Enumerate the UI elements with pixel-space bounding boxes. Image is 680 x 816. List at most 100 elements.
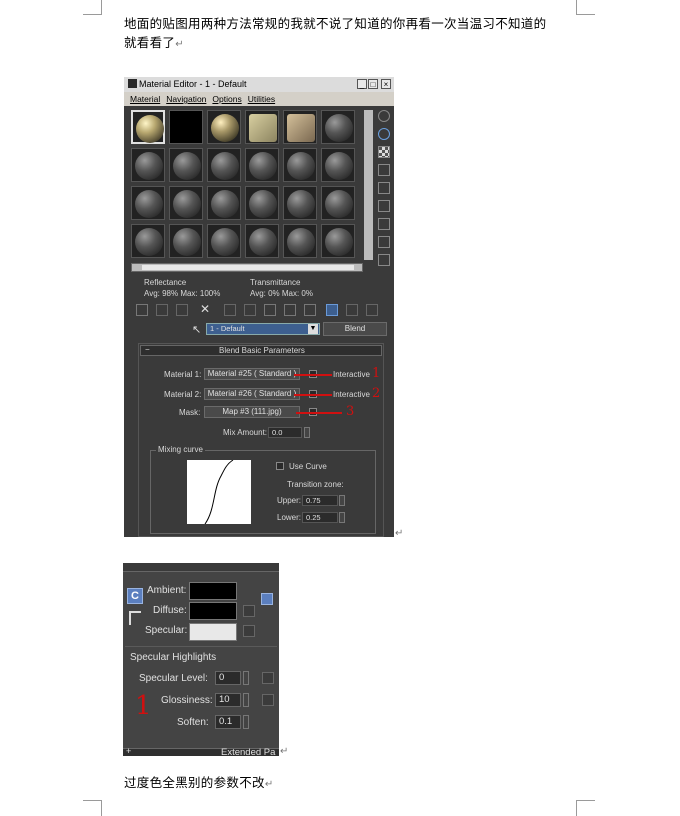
interactive-1-label: Interactive bbox=[333, 370, 370, 379]
glossiness-spinner[interactable] bbox=[243, 693, 249, 707]
divider bbox=[125, 646, 277, 647]
sample-slot[interactable] bbox=[207, 186, 241, 220]
specular-map-button[interactable] bbox=[243, 625, 255, 637]
maximize-button[interactable]: □ bbox=[368, 79, 378, 89]
sample-slot-3[interactable] bbox=[207, 110, 241, 144]
close-button[interactable]: × bbox=[381, 79, 391, 89]
reset-map-icon[interactable]: ✕ bbox=[200, 302, 210, 316]
options-icon[interactable] bbox=[378, 218, 390, 230]
use-curve-label: Use Curve bbox=[289, 462, 327, 471]
diffuse-label: Diffuse: bbox=[153, 605, 187, 616]
sample-slot[interactable] bbox=[321, 224, 355, 258]
sample-slot[interactable] bbox=[321, 186, 355, 220]
horizontal-scrollbar[interactable] bbox=[131, 263, 363, 272]
go-to-parent-icon[interactable] bbox=[346, 304, 358, 316]
specular-level-map-button[interactable] bbox=[262, 672, 274, 684]
material-1-button[interactable]: Material #25 ( Standard ) bbox=[204, 368, 300, 380]
diffuse-color-swatch[interactable] bbox=[189, 602, 237, 620]
ambient-label: Ambient: bbox=[147, 585, 187, 596]
pick-material-icon[interactable]: ↖ bbox=[192, 323, 201, 336]
menu-utilities[interactable]: Utilities bbox=[248, 94, 275, 104]
menu-navigation[interactable]: Navigation bbox=[166, 94, 206, 104]
sample-slot[interactable] bbox=[283, 148, 317, 182]
sample-slot[interactable] bbox=[245, 148, 279, 182]
transmittance-label: Transmittance bbox=[250, 278, 301, 287]
mix-amount-field[interactable]: 0.0 bbox=[268, 427, 302, 438]
lower-spinner[interactable] bbox=[339, 512, 345, 523]
sample-slot[interactable] bbox=[283, 224, 317, 258]
sample-slot-2[interactable] bbox=[169, 110, 203, 144]
make-unique-icon[interactable] bbox=[244, 304, 256, 316]
video-color-icon[interactable] bbox=[378, 182, 390, 194]
get-material-icon[interactable] bbox=[136, 304, 148, 316]
mask-map-button[interactable]: Map #3 (111.jpg) bbox=[204, 406, 300, 418]
sample-uv-icon[interactable] bbox=[378, 164, 390, 176]
material-2-button[interactable]: Material #26 ( Standard ) bbox=[204, 388, 300, 400]
mix-amount-spinner[interactable] bbox=[304, 427, 310, 438]
material-type-button[interactable]: Blend bbox=[323, 322, 387, 336]
paragraph-1: 地面的贴图用两种方法常规的我就不说了知道的你再看一次当温习不知道的 就看看了↵ bbox=[124, 14, 546, 54]
assign-material-icon[interactable] bbox=[176, 304, 188, 316]
sample-slot[interactable] bbox=[207, 224, 241, 258]
material-dropdown-arrow[interactable]: ▼ bbox=[308, 324, 318, 334]
sample-slot-6[interactable] bbox=[321, 110, 355, 144]
sample-slot[interactable] bbox=[283, 186, 317, 220]
backlight-icon[interactable] bbox=[378, 128, 390, 140]
show-map-icon[interactable] bbox=[304, 304, 316, 316]
specular-level-spinner[interactable] bbox=[243, 671, 249, 685]
annotation-3: 3 bbox=[346, 404, 355, 419]
specular-color-swatch[interactable] bbox=[189, 623, 237, 641]
sample-slot[interactable] bbox=[131, 148, 165, 182]
sample-slot[interactable] bbox=[245, 186, 279, 220]
ambient-color-swatch[interactable] bbox=[189, 582, 237, 600]
sample-slot[interactable] bbox=[169, 224, 203, 258]
checker-background-icon[interactable] bbox=[378, 146, 390, 158]
sample-slot[interactable] bbox=[169, 148, 203, 182]
diffuse-map-button[interactable] bbox=[243, 605, 255, 617]
menu-material[interactable]: Material bbox=[130, 94, 160, 104]
sample-slot-5[interactable] bbox=[283, 110, 317, 144]
select-by-material-icon[interactable] bbox=[378, 236, 390, 248]
transition-zone-label: Transition zone: bbox=[287, 480, 344, 489]
page-corner-mark bbox=[83, 800, 102, 816]
title-bar: Material Editor - 1 - Default _ □ × bbox=[124, 77, 394, 92]
material-effects-icon[interactable] bbox=[284, 304, 296, 316]
minimize-button[interactable]: _ bbox=[357, 79, 367, 89]
lower-field[interactable]: 0.25 bbox=[302, 512, 338, 523]
vertical-scrollbar[interactable] bbox=[364, 110, 373, 260]
soften-spinner[interactable] bbox=[243, 715, 249, 729]
annotation-1: 1 bbox=[135, 691, 152, 721]
go-forward-sibling-icon[interactable] bbox=[366, 304, 378, 316]
paragraph-2: 过度色全黑别的参数不改↵ bbox=[124, 773, 274, 794]
sample-slot[interactable] bbox=[321, 148, 355, 182]
use-curve-checkbox[interactable] bbox=[276, 462, 284, 470]
material-navigator-icon[interactable] bbox=[378, 254, 390, 266]
put-to-library-icon[interactable] bbox=[264, 304, 276, 316]
menu-options[interactable]: Options bbox=[212, 94, 241, 104]
sample-slot[interactable] bbox=[131, 224, 165, 258]
glossiness-map-button[interactable] bbox=[262, 694, 274, 706]
sample-slot[interactable] bbox=[207, 148, 241, 182]
make-preview-icon[interactable] bbox=[378, 200, 390, 212]
upper-field[interactable]: 0.75 bbox=[302, 495, 338, 506]
put-to-scene-icon[interactable] bbox=[156, 304, 168, 316]
rollout-header[interactable]: − Blend Basic Parameters bbox=[140, 345, 382, 356]
lock-diffuse-specular-icon[interactable] bbox=[129, 611, 141, 625]
material-name-field[interactable]: 1 - Default bbox=[206, 323, 320, 335]
sample-slot-1[interactable] bbox=[131, 110, 165, 144]
upper-spinner[interactable] bbox=[339, 495, 345, 506]
sample-slot[interactable] bbox=[169, 186, 203, 220]
sample-slot[interactable] bbox=[245, 224, 279, 258]
sample-type-icon[interactable] bbox=[378, 110, 390, 122]
extended-rollout-header[interactable]: + Extended Pa bbox=[123, 746, 279, 756]
reflectance-label: Reflectance bbox=[144, 278, 187, 287]
show-end-result-icon[interactable] bbox=[326, 304, 338, 316]
lock-map-icon[interactable] bbox=[261, 593, 273, 605]
glossiness-field[interactable]: 10 bbox=[215, 693, 241, 707]
sample-slot[interactable] bbox=[131, 186, 165, 220]
lock-ambient-diffuse-icon[interactable]: C bbox=[127, 588, 143, 604]
sample-slot-4[interactable] bbox=[245, 110, 279, 144]
soften-field[interactable]: 0.1 bbox=[215, 715, 241, 729]
copy-material-icon[interactable] bbox=[224, 304, 236, 316]
specular-level-field[interactable]: 0 bbox=[215, 671, 241, 685]
